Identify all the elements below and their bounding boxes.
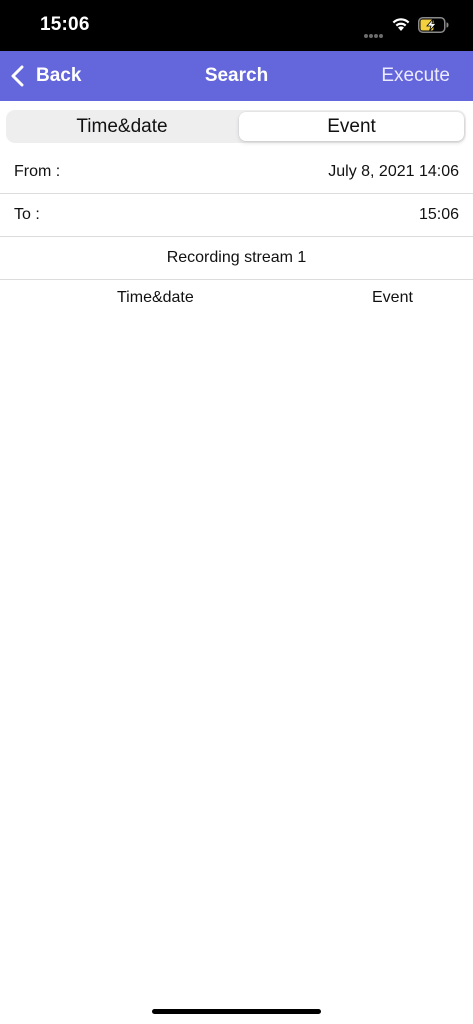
- from-label: From :: [14, 163, 61, 180]
- wifi-icon: [392, 18, 410, 31]
- home-indicator: [152, 1009, 321, 1014]
- search-mode-segmented-control: Time&date Event: [6, 110, 466, 143]
- to-row[interactable]: To : 15:06: [0, 194, 473, 237]
- segment-event[interactable]: Event: [239, 112, 464, 141]
- status-time: 15:06: [40, 14, 90, 35]
- segment-time-date[interactable]: Time&date: [8, 112, 236, 141]
- chevron-left-icon: [11, 65, 24, 87]
- back-button[interactable]: Back: [10, 51, 81, 101]
- back-label: Back: [36, 65, 82, 86]
- column-header-event: Event: [372, 289, 413, 306]
- to-label: To :: [14, 206, 40, 223]
- results-list[interactable]: [0, 318, 473, 998]
- recording-stream-selector[interactable]: Recording stream 1: [0, 237, 473, 280]
- cellular-dots-icon: [364, 25, 386, 38]
- column-header-time-date: Time&date: [117, 289, 194, 306]
- execute-button[interactable]: Execute: [381, 51, 450, 101]
- status-bar: 15:06: [0, 0, 473, 51]
- from-value: July 8, 2021 14:06: [328, 163, 459, 180]
- to-value: 15:06: [418, 206, 459, 223]
- battery-charging-icon: [418, 17, 449, 33]
- navigation-bar: Back Search Execute: [0, 51, 473, 101]
- from-row[interactable]: From : July 8, 2021 14:06: [0, 151, 473, 194]
